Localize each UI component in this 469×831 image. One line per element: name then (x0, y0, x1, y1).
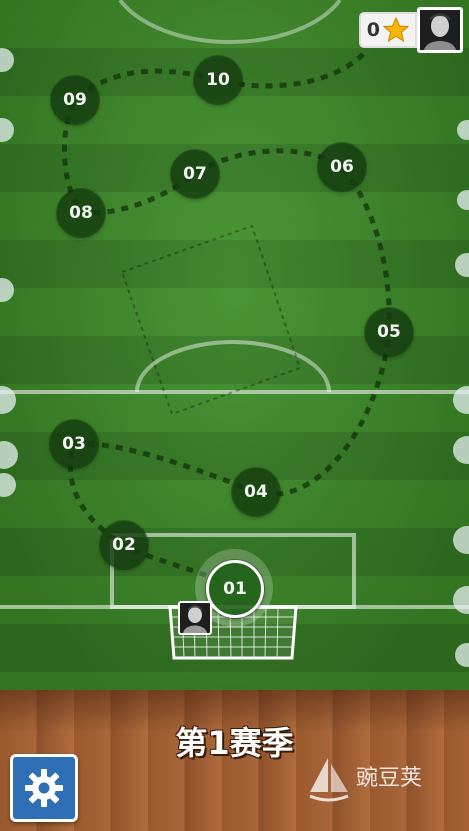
level-label: 04 (244, 482, 268, 502)
player-portrait-icon (183, 605, 207, 633)
level-04-button[interactable]: 04 (232, 468, 280, 516)
stars-counter: 0 (358, 12, 417, 48)
level-07-button[interactable]: 07 (171, 150, 219, 198)
level-label: 03 (62, 434, 86, 454)
level-03-button[interactable]: 03 (50, 420, 98, 468)
level-label: 08 (69, 203, 93, 223)
level-label: 05 (377, 322, 401, 342)
level-02-button[interactable]: 02 (100, 521, 148, 569)
level-label: 01 (223, 579, 247, 599)
game-screen: 01 02 03 04 05 06 07 08 09 10 0 第1赛季 豌豆荚 (0, 0, 469, 831)
level-05-button[interactable]: 05 (365, 308, 413, 356)
level-09-button[interactable]: 09 (51, 76, 99, 124)
gear-icon (25, 769, 63, 807)
level-label: 09 (63, 90, 87, 110)
tactics-square (120, 224, 302, 416)
level-10-button[interactable]: 10 (194, 56, 242, 104)
level-06-button[interactable]: 06 (318, 143, 366, 191)
level-01-button[interactable]: 01 (206, 560, 264, 618)
level-label: 02 (112, 535, 136, 555)
level-path (61, 50, 392, 589)
level-label: 06 (330, 157, 354, 177)
center-circle (135, 340, 331, 393)
settings-button[interactable] (10, 754, 78, 822)
top-status-bar: 0 (358, 7, 463, 53)
top-circle (118, 0, 342, 44)
watermark-text: 豌豆荚 (356, 766, 423, 791)
player-avatar-marker (178, 601, 212, 635)
level-label: 07 (183, 164, 207, 184)
stars-count: 0 (366, 19, 380, 41)
level-08-button[interactable]: 08 (57, 189, 105, 237)
star-icon (383, 17, 409, 43)
level-label: 10 (206, 70, 230, 90)
profile-portrait-icon (424, 13, 456, 50)
profile-avatar[interactable] (417, 7, 463, 53)
